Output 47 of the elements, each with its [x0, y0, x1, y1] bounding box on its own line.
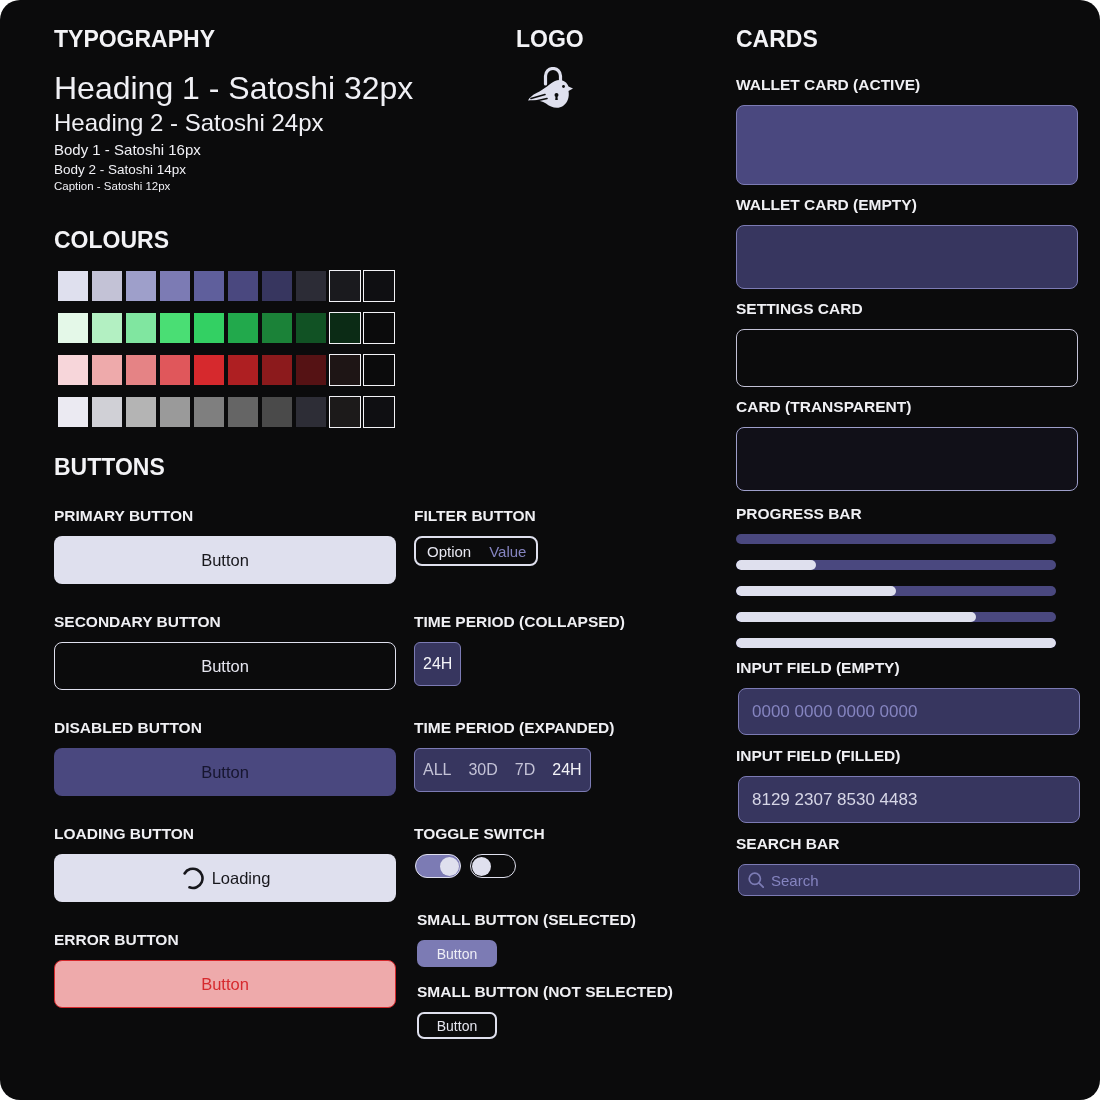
- section-title: LOGO: [516, 25, 584, 53]
- toggle-switch[interactable]: [415, 854, 461, 878]
- small-button[interactable]: Button: [417, 1012, 497, 1039]
- component-label: LOADING BUTTON: [54, 825, 195, 843]
- component-label: INPUT FIELD (FILLED): [736, 747, 901, 765]
- period-option[interactable]: 24H: [423, 654, 453, 674]
- input-field[interactable]: 8129 2307 8530 4483: [738, 776, 1080, 823]
- toggle-switch[interactable]: [470, 854, 516, 878]
- component-label: SEARCH BAR: [736, 835, 840, 853]
- component-label: TIME PERIOD (COLLAPSED): [414, 613, 625, 631]
- component-label: TOGGLE SWITCH: [414, 825, 545, 843]
- body-text-sample: Body 1 - Satoshi 16px: [54, 141, 201, 159]
- loading-button[interactable]: Loading: [54, 854, 396, 902]
- search-input[interactable]: Search: [771, 869, 1070, 891]
- period-option[interactable]: 7D: [514, 760, 536, 780]
- secondary-button[interactable]: Button: [54, 642, 396, 690]
- component-label: DISABLED BUTTON: [54, 719, 202, 737]
- section-title: TYPOGRAPHY: [54, 25, 216, 53]
- component-label: TIME PERIOD (EXPANDED): [414, 719, 615, 737]
- component-label: SMALL BUTTON (NOT SELECTED): [417, 983, 674, 1001]
- component-label: WALLET CARD (EMPTY): [736, 196, 917, 214]
- component-label: PRIMARY BUTTON: [54, 507, 194, 525]
- section-title: COLOURS: [54, 226, 169, 254]
- heading-sample: Heading 2 - Satoshi 24px: [54, 109, 324, 137]
- body-text-sample: Body 2 - Satoshi 14px: [54, 161, 187, 178]
- component-label: INPUT FIELD (EMPTY): [736, 659, 900, 677]
- component-label: FILTER BUTTON: [414, 507, 536, 525]
- period-option[interactable]: ALL: [423, 760, 452, 780]
- component-label: PROGRESS BAR: [736, 505, 862, 523]
- component-label: CARD (TRANSPARENT): [736, 398, 912, 416]
- component-label: ERROR BUTTON: [54, 931, 179, 949]
- search-field[interactable]: Search: [738, 864, 1080, 896]
- primary-button[interactable]: Button: [54, 536, 396, 584]
- component-label: SECONDARY BUTTON: [54, 613, 221, 631]
- filter-button[interactable]: Option Value: [414, 536, 539, 566]
- component-label: SMALL BUTTON (SELECTED): [417, 911, 636, 929]
- heading-sample: Heading 1 - Satoshi 32px: [54, 70, 414, 106]
- input-field[interactable]: 0000 0000 0000 0000: [738, 688, 1080, 735]
- search-icon: [748, 872, 764, 888]
- component-label: SETTINGS CARD: [736, 300, 863, 318]
- caption-sample: Caption - Satoshi 12px: [54, 179, 171, 194]
- period-option[interactable]: 24H: [552, 760, 582, 780]
- section-title: CARDS: [736, 25, 818, 53]
- period-option[interactable]: 30D: [468, 760, 498, 780]
- section-title: BUTTONS: [54, 453, 165, 481]
- component-label: WALLET CARD (ACTIVE): [736, 76, 921, 94]
- bird-padlock-icon: [528, 67, 573, 110]
